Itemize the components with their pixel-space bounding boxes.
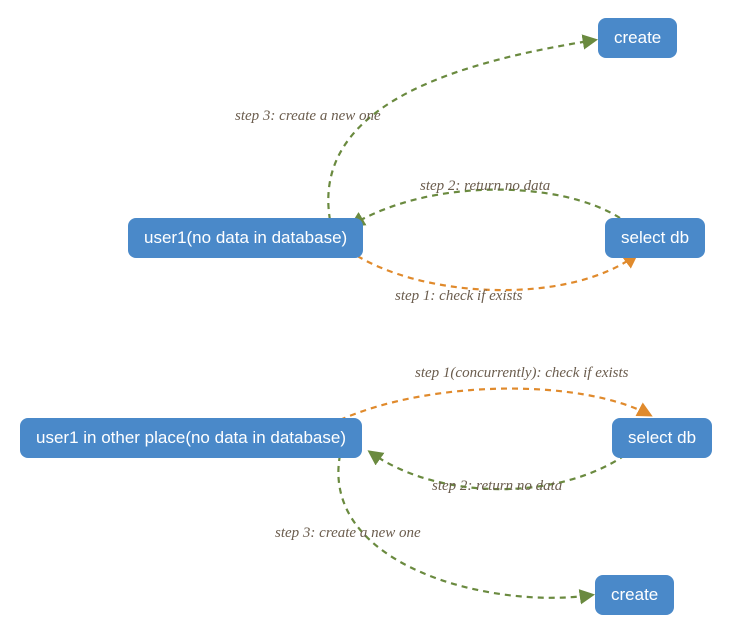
label-bottom-step2: step 2: return no data <box>432 478 562 495</box>
node-create-bottom: create <box>595 575 674 615</box>
label-bottom-step3: step 3: create a new one <box>275 525 421 542</box>
node-create-top: create <box>598 18 677 58</box>
label-top-step3: step 3: create a new one <box>235 108 381 125</box>
node-select-db-bottom: select db <box>612 418 712 458</box>
node-user1-top: user1(no data in database) <box>128 218 363 258</box>
label-top-step2: step 2: return no data <box>420 178 550 195</box>
label-top-step1: step 1: check if exists <box>395 288 522 305</box>
node-user1-bottom: user1 in other place(no data in database… <box>20 418 362 458</box>
edge-bottom-step1 <box>340 389 650 420</box>
label-bottom-step1: step 1(concurrently): check if exists <box>415 365 629 382</box>
edge-top-step1 <box>348 250 636 290</box>
node-select-db-top: select db <box>605 218 705 258</box>
